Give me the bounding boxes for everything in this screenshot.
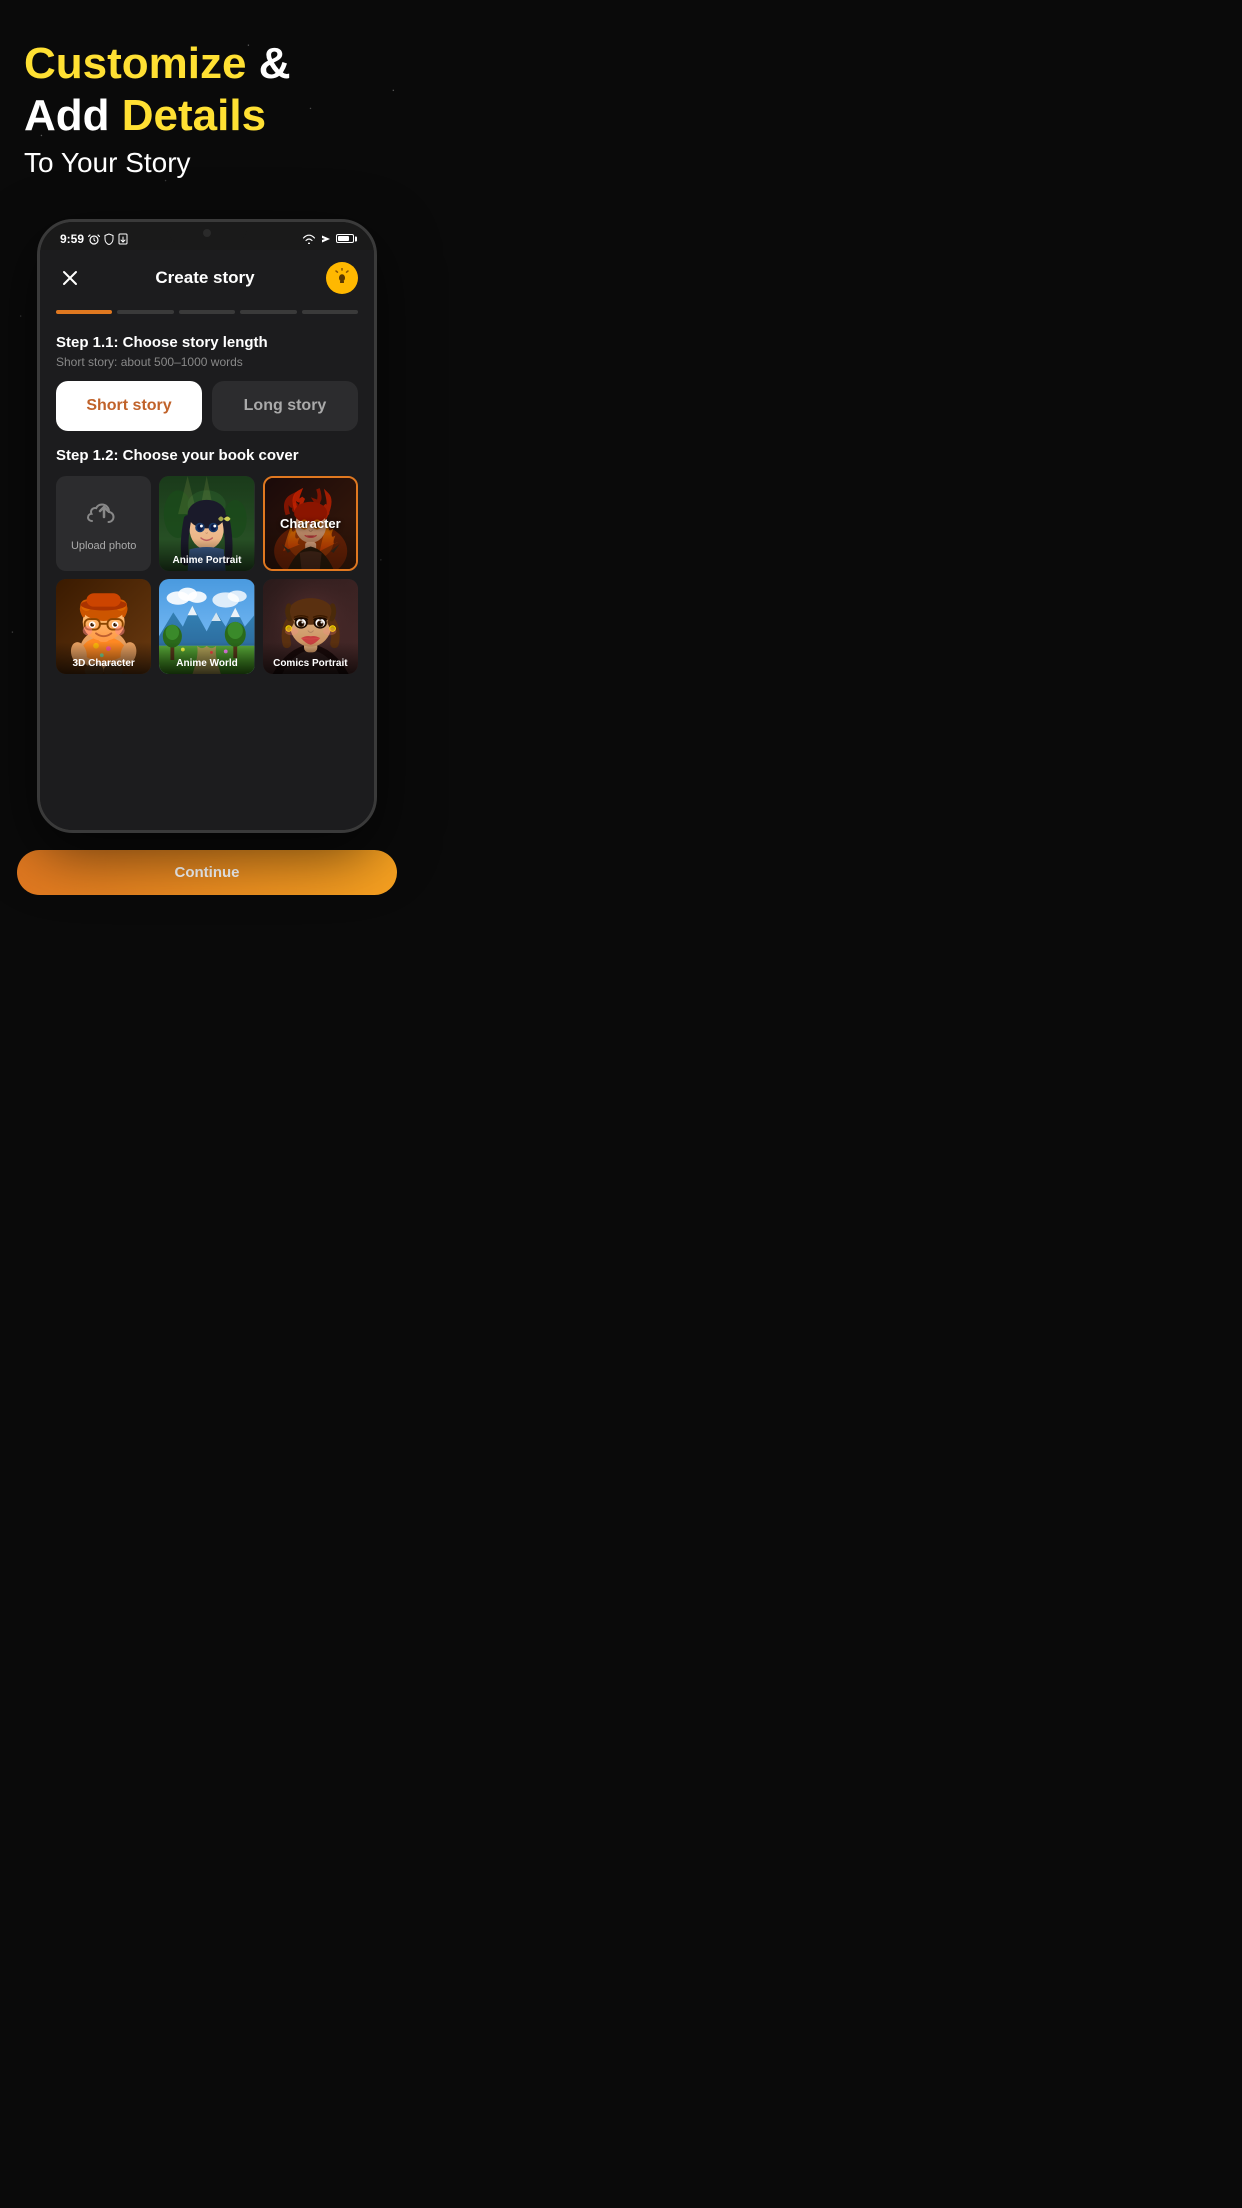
progress-segment-5 (302, 310, 358, 314)
title-line2: Add Details (24, 92, 390, 140)
anime-world-label: Anime World (159, 642, 254, 674)
progress-segment-2 (117, 310, 173, 314)
long-story-button[interactable]: Long story (212, 381, 358, 431)
step1-subtitle: Short story: about 500–1000 words (56, 355, 358, 369)
airplane-icon (320, 233, 332, 245)
cta-button[interactable]: Continue (17, 850, 397, 895)
header-section: Customize & Add Details To Your Story (0, 0, 414, 199)
progress-segment-1 (56, 310, 112, 314)
anime-world-card[interactable]: Anime World (159, 579, 254, 674)
story-length-selector: Short story Long story (40, 381, 374, 447)
cta-label: Continue (175, 864, 240, 881)
title-add: Add (24, 91, 122, 140)
anime-portrait-label: Anime Portrait (159, 539, 254, 571)
step2-title: Step 1.2: Choose your book cover (56, 447, 358, 464)
character-overlay-label: Character (265, 478, 356, 569)
shield-icon (104, 233, 114, 245)
upload-photo-card[interactable]: Upload photo (56, 476, 151, 571)
upload-label: Upload photo (71, 540, 136, 552)
short-story-button[interactable]: Short story (56, 381, 202, 431)
download-icon (118, 233, 128, 245)
nav-title: Create story (84, 268, 326, 288)
3d-character-card[interactable]: 3D Character (56, 579, 151, 674)
close-button[interactable] (56, 264, 84, 292)
hint-button[interactable] (326, 262, 358, 294)
camera-dot (203, 229, 211, 237)
phone-mockup: 9:59 (37, 219, 377, 833)
comics-portrait-label: Comics Portrait (263, 642, 358, 674)
3d-character-label: 3D Character (56, 642, 151, 674)
bottom-spacer (40, 674, 374, 734)
title-details: Details (122, 91, 266, 140)
progress-bar (40, 306, 374, 326)
step1-title: Step 1.1: Choose story length (56, 334, 358, 351)
bottom-section: Continue (0, 843, 414, 903)
step-1-section: Step 1.1: Choose story length Short stor… (40, 326, 374, 381)
status-bar: 9:59 (40, 222, 374, 250)
upload-icon (84, 494, 124, 534)
title-line1: Customize & (24, 40, 390, 88)
phone-container: 9:59 (0, 219, 414, 833)
status-time: 9:59 (60, 232, 84, 246)
status-icons-right (302, 233, 354, 245)
header-subtitle: To Your Story (24, 147, 390, 179)
title-customize: Customize (24, 39, 246, 88)
title-amp: & (259, 39, 291, 88)
wifi-icon (302, 234, 316, 244)
phone-notch (167, 222, 247, 244)
anime-portrait-card[interactable]: Anime Portrait (159, 476, 254, 571)
book-cover-section: Step 1.2: Choose your book cover Upload … (40, 447, 374, 675)
status-left: 9:59 (60, 232, 128, 246)
top-nav: Create story (40, 250, 374, 306)
character-card[interactable]: Character (263, 476, 358, 571)
progress-segment-4 (240, 310, 296, 314)
alarm-icon (88, 233, 100, 245)
progress-segment-3 (179, 310, 235, 314)
battery-icon (336, 234, 354, 243)
app-content: Create story (40, 250, 374, 830)
comics-portrait-card[interactable]: Comics Portrait (263, 579, 358, 674)
book-grid: Upload photo (56, 476, 358, 675)
